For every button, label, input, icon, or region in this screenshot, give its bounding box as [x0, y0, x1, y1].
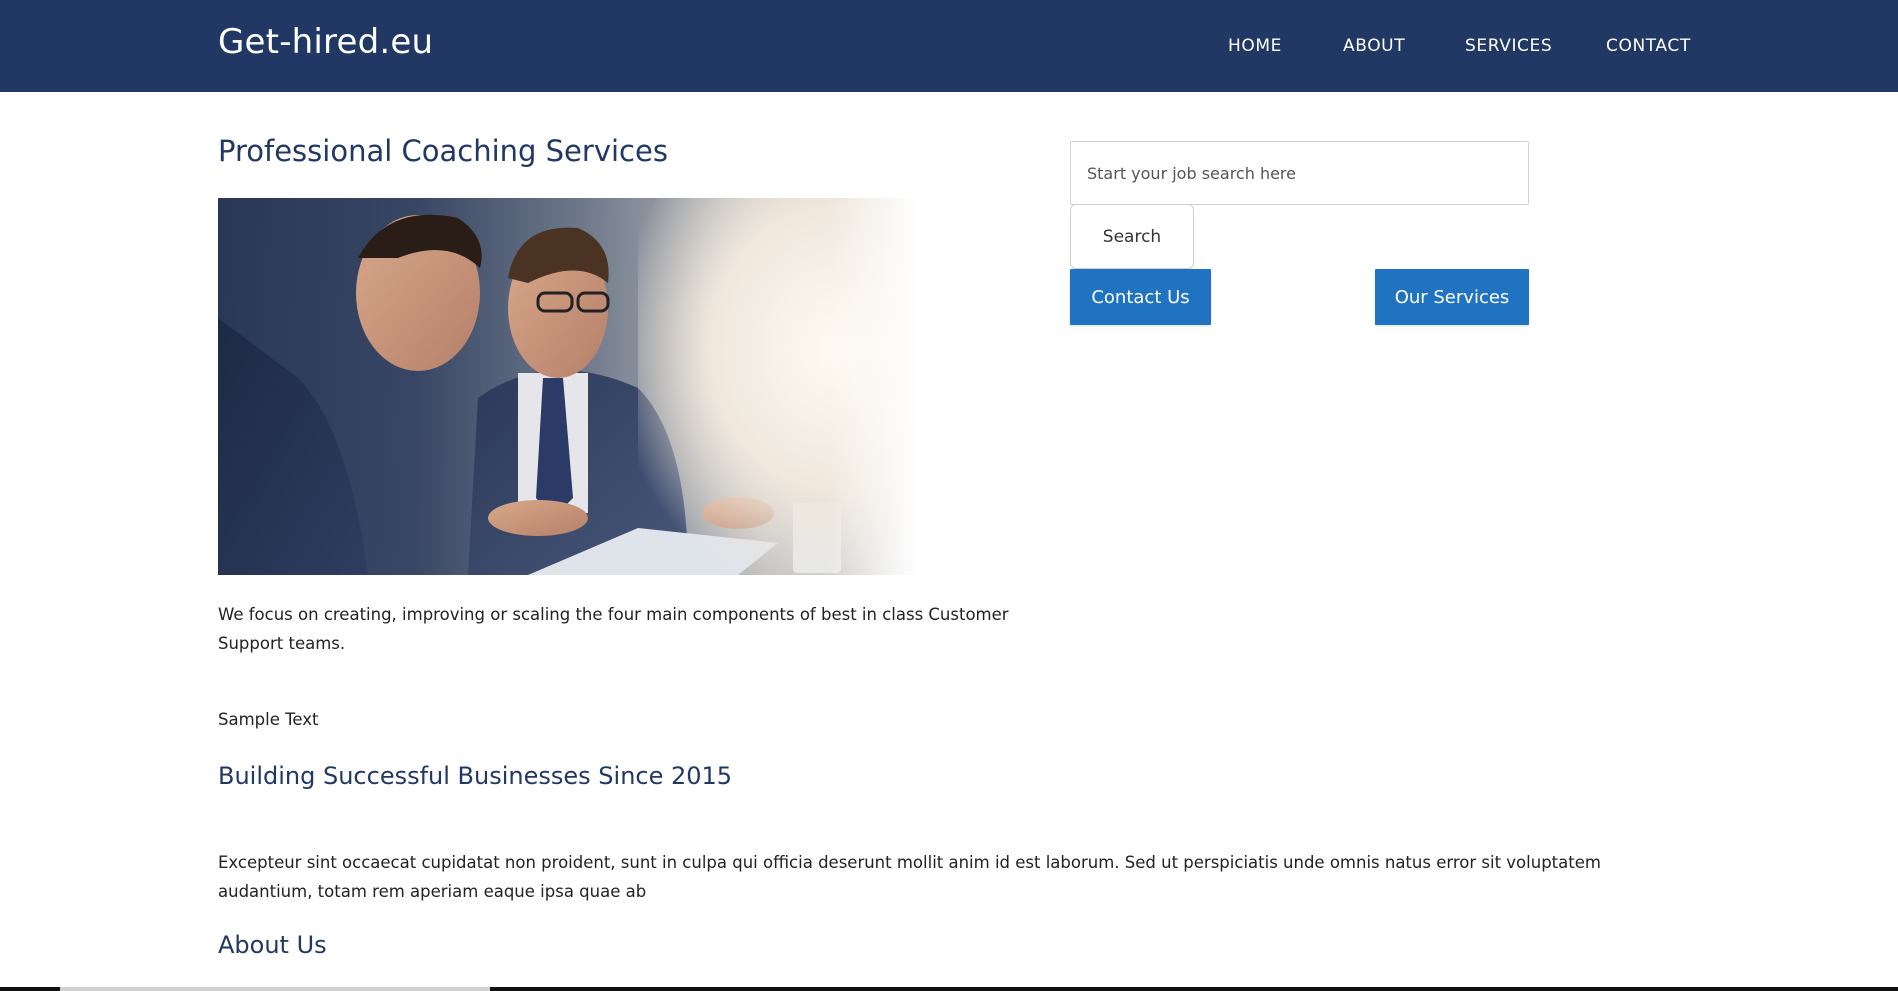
intro-paragraph: We focus on creating, improving or scali… — [218, 605, 1009, 653]
main-nav: HOME ABOUT SERVICES CONTACT — [0, 36, 1898, 58]
site-header: Get-hired.eu HOME ABOUT SERVICES CONTACT — [0, 0, 1898, 92]
nav-item-services[interactable]: SERVICES — [1465, 36, 1552, 56]
search-button[interactable]: Search — [1070, 204, 1194, 269]
hero-image — [218, 198, 918, 575]
bottom-edge — [0, 987, 1898, 991]
section-subtitle: Building Successful Businesses Since 201… — [218, 762, 733, 790]
about-heading: About Us — [218, 931, 327, 959]
nav-item-home[interactable]: HOME — [1228, 36, 1282, 56]
our-services-button[interactable]: Our Services — [1375, 269, 1529, 325]
nav-item-contact[interactable]: CONTACT — [1606, 36, 1691, 56]
nav-item-about[interactable]: ABOUT — [1343, 36, 1405, 56]
body-paragraph: Excepteur sint occaecat cupidatat non pr… — [218, 853, 1601, 901]
page-title: Professional Coaching Services — [218, 134, 668, 168]
job-search-input[interactable] — [1070, 141, 1529, 205]
sample-text: Sample Text — [218, 710, 319, 729]
contact-us-button[interactable]: Contact Us — [1070, 269, 1211, 325]
